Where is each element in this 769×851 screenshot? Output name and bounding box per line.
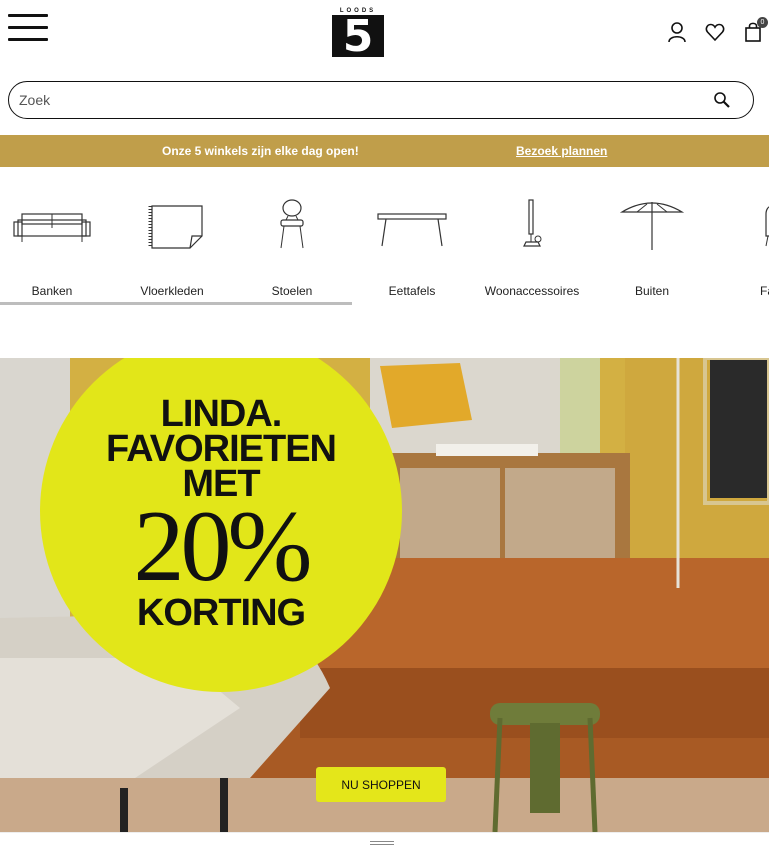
- chair-icon: [280, 199, 304, 249]
- candle-holder-icon: [523, 199, 542, 247]
- parasol-icon: [619, 202, 685, 250]
- drag-handle-icon[interactable]: [370, 841, 394, 845]
- search-bar: [8, 81, 754, 119]
- cart-count-badge: 0: [757, 17, 768, 28]
- category-carousel[interactable]: Banken Vloerkleden Stoelen Eettafels Woo…: [0, 180, 769, 310]
- category-banken[interactable]: Banken: [0, 180, 112, 305]
- logo[interactable]: LOODS 5: [332, 7, 384, 59]
- table-icon: [377, 213, 447, 247]
- bottom-sheet-bar: [0, 832, 769, 851]
- armchair-icon: [765, 206, 769, 247]
- site-header: LOODS 5 0: [0, 0, 769, 68]
- wishlist-icon[interactable]: [705, 21, 725, 43]
- category-label: Buiten: [634, 284, 670, 298]
- search-icon[interactable]: [713, 91, 731, 109]
- sofa-icon: [13, 213, 91, 242]
- category-buiten[interactable]: Buiten: [592, 180, 712, 305]
- promo-text: Onze 5 winkels zijn elke dag open!: [162, 144, 359, 158]
- category-label: Stoelen: [271, 284, 313, 298]
- hero-banner[interactable]: LINDA. FAVORIETEN MET 20% KORTING NU SHO…: [0, 358, 769, 832]
- promo-discount: 20%: [133, 490, 313, 603]
- category-fauteuils[interactable]: Faut: [712, 180, 769, 305]
- promo-banner: Onze 5 winkels zijn elke dag open! Bezoe…: [0, 135, 769, 167]
- category-stoelen[interactable]: Stoelen: [232, 180, 352, 305]
- category-vloerkleden[interactable]: Vloerkleden: [112, 180, 232, 305]
- category-label: Banken: [31, 284, 73, 298]
- account-icon[interactable]: [667, 21, 687, 43]
- cart-icon[interactable]: 0: [743, 17, 768, 43]
- visit-plan-link[interactable]: Bezoek plannen: [516, 144, 607, 158]
- rug-icon: [148, 205, 203, 249]
- category-label: Eettafels: [388, 284, 436, 298]
- menu-icon[interactable]: [8, 14, 48, 46]
- search-input[interactable]: [19, 90, 699, 110]
- category-label: Faut: [759, 284, 769, 298]
- category-label: Vloerkleden: [140, 284, 204, 298]
- category-eettafels[interactable]: Eettafels: [352, 180, 472, 305]
- category-label: Woonaccessoires: [484, 284, 580, 298]
- shop-now-button[interactable]: NU SHOPPEN: [316, 767, 446, 802]
- category-woonaccessoires[interactable]: Woonaccessoires: [472, 180, 592, 305]
- promo-line-5: KORTING: [136, 592, 306, 634]
- header-icons: 0: [667, 17, 768, 44]
- logo-number: 5: [332, 15, 384, 59]
- carousel-scrollbar[interactable]: [0, 302, 352, 305]
